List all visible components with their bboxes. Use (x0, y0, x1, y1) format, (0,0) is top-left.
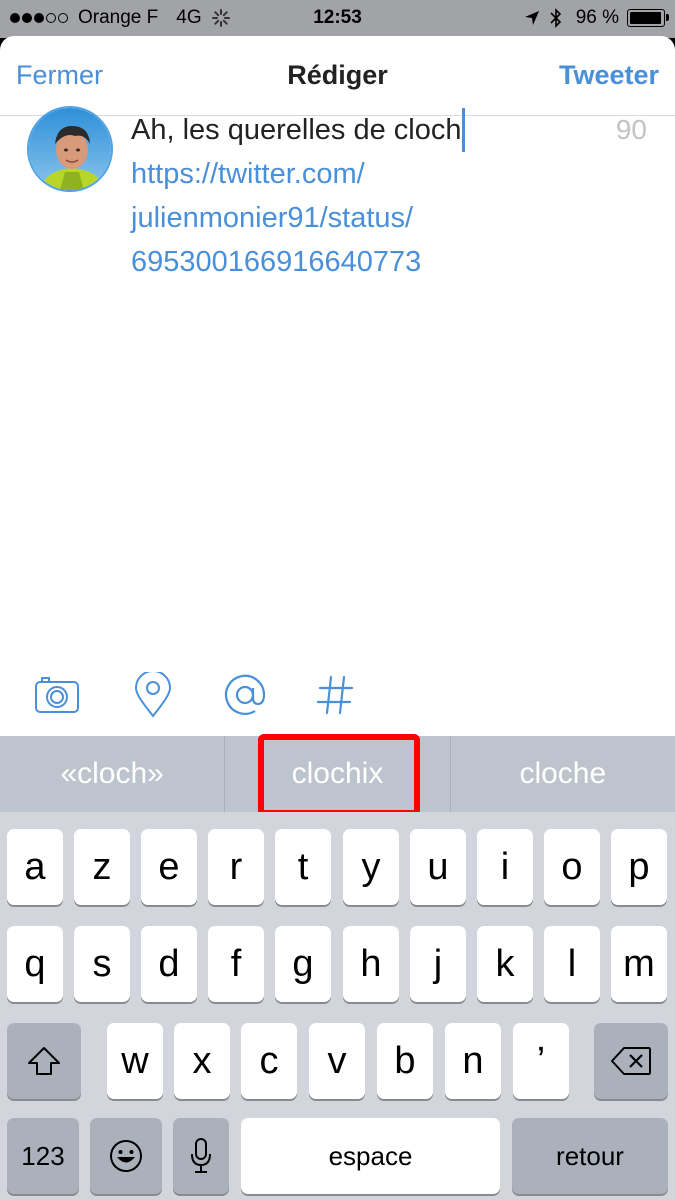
tweet-text-line: Ah, les querelles de cloch (131, 108, 571, 152)
tweet-link-line[interactable]: https://twitter.com/ (131, 152, 571, 196)
key[interactable]: w (107, 1023, 163, 1099)
key[interactable]: g (275, 926, 331, 1002)
key[interactable]: o (544, 829, 600, 905)
nav-bar: Fermer Rédiger Tweeter (0, 36, 675, 116)
shift-key[interactable] (7, 1023, 81, 1099)
hashtag-icon[interactable] (313, 672, 359, 718)
battery-icon (627, 9, 669, 27)
battery-fill (630, 12, 661, 24)
suggestion-item[interactable]: cloche (449, 736, 675, 812)
camera-icon[interactable] (34, 672, 80, 718)
key[interactable]: v (309, 1023, 365, 1099)
emoji-icon (110, 1140, 142, 1172)
key[interactable]: u (410, 829, 466, 905)
bluetooth-icon (550, 8, 561, 28)
key[interactable]: x (174, 1023, 230, 1099)
close-button[interactable]: Fermer (16, 60, 103, 91)
location-pin-icon[interactable] (130, 672, 176, 718)
numbers-key[interactable]: 123 (7, 1118, 79, 1194)
key[interactable]: ’ (513, 1023, 569, 1099)
key[interactable]: l (544, 926, 600, 1002)
tweet-link-line[interactable]: 695300166916640773 (131, 240, 571, 284)
key[interactable]: e (141, 829, 197, 905)
key[interactable]: s (74, 926, 130, 1002)
emoji-key[interactable] (90, 1118, 162, 1194)
key[interactable]: r (208, 829, 264, 905)
space-key[interactable]: espace (241, 1118, 500, 1194)
tweet-button[interactable]: Tweeter (559, 60, 659, 91)
key[interactable]: t (275, 829, 331, 905)
status-bar: Orange F 4G 12:53 96 % (0, 0, 675, 38)
key[interactable]: i (477, 829, 533, 905)
suggestion-bar: «cloch» clochix cloche (0, 736, 675, 812)
key[interactable]: m (611, 926, 667, 1002)
tweet-text-area[interactable]: Ah, les querelles de cloch https://twitt… (131, 108, 571, 284)
tweet-text: Ah, les querelles de cloch (131, 114, 462, 146)
key[interactable]: n (445, 1023, 501, 1099)
backspace-icon (611, 1047, 651, 1075)
key[interactable]: k (477, 926, 533, 1002)
suggestion-item[interactable]: «cloch» (0, 736, 224, 812)
character-count: 90 (615, 114, 647, 145)
tweet-link-line[interactable]: julienmonier91/status/ (131, 196, 571, 240)
battery-percent: 96 % (575, 7, 619, 28)
key[interactable]: f (208, 926, 264, 1002)
avatar (27, 106, 113, 192)
location-arrow-icon (524, 11, 539, 25)
return-key[interactable]: retour (512, 1118, 668, 1194)
key[interactable]: j (410, 926, 466, 1002)
text-caret (462, 108, 466, 152)
key[interactable]: d (141, 926, 197, 1002)
microphone-icon (191, 1138, 211, 1173)
key[interactable]: b (377, 1023, 433, 1099)
shift-icon (28, 1047, 60, 1075)
key[interactable]: a (7, 829, 63, 905)
delete-key[interactable] (594, 1023, 668, 1099)
dictation-key[interactable] (173, 1118, 229, 1194)
key[interactable]: z (74, 829, 130, 905)
key[interactable]: c (241, 1023, 297, 1099)
suggestion-item[interactable]: clochix (224, 736, 449, 812)
mention-icon[interactable] (222, 672, 268, 718)
key[interactable]: p (611, 829, 667, 905)
keyboard: a z e r t y u i o p q s d f g h j k l m … (0, 812, 675, 1200)
status-right: 96 % (524, 7, 669, 29)
key[interactable]: y (343, 829, 399, 905)
key[interactable]: h (343, 926, 399, 1002)
key[interactable]: q (7, 926, 63, 1002)
